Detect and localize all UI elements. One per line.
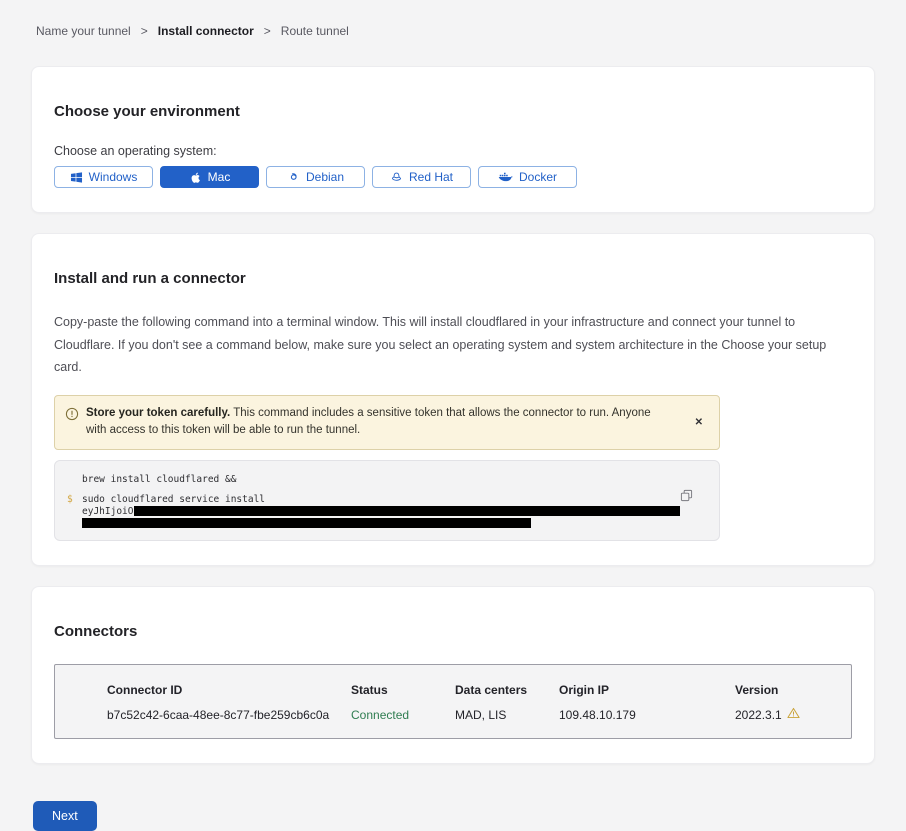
data-centers-value: MAD, LIS [455, 708, 559, 722]
version-warning-icon [787, 707, 800, 722]
os-button-debian[interactable]: Debian [266, 166, 365, 188]
origin-ip-value: 109.48.10.179 [559, 708, 735, 722]
windows-icon [70, 171, 83, 184]
connector-id-value: b7c52c42-6caa-48ee-8c77-fbe259cb6c0a [107, 708, 351, 722]
col-header-data-centers: Data centers [455, 683, 559, 697]
page-content: Choose your environment Choose an operat… [31, 66, 875, 764]
col-header-connector-id: Connector ID [107, 683, 351, 697]
debian-swirl-icon [287, 171, 300, 184]
apple-icon [189, 171, 202, 184]
table-row: b7c52c42-6caa-48ee-8c77-fbe259cb6c0a Con… [107, 707, 831, 722]
status-badge: Connected [351, 708, 455, 722]
redacted-token-bar [134, 506, 680, 516]
token-warning-banner: Store your token carefully. This command… [54, 395, 720, 451]
os-button-group: Windows Mac Debian Red Hat [54, 166, 852, 188]
code-line-sudo: $ sudo cloudflared service install eyJhI… [67, 494, 705, 528]
col-header-version: Version [735, 683, 831, 697]
code-text: sudo cloudflared service install [82, 494, 680, 506]
redhat-icon [390, 171, 403, 184]
breadcrumb-step-install-connector[interactable]: Install connector [158, 24, 254, 38]
environment-card-title: Choose your environment [54, 103, 852, 120]
os-select-label: Choose an operating system: [54, 144, 852, 158]
next-button[interactable]: Next [33, 801, 97, 831]
breadcrumb-step-name-tunnel[interactable]: Name your tunnel [36, 24, 131, 38]
banner-close-icon[interactable]: ✕ [689, 413, 709, 432]
breadcrumb-separator: > [141, 24, 148, 38]
token-warning-text: Store your token carefully. This command… [86, 405, 661, 441]
col-header-status: Status [351, 683, 455, 697]
copy-command-icon[interactable] [678, 487, 695, 507]
breadcrumb: Name your tunnel > Install connector > R… [0, 0, 906, 38]
install-command-codeblock: brew install cloudflared && $ sudo cloud… [54, 460, 720, 541]
os-button-label: Docker [519, 170, 557, 184]
install-connector-card: Install and run a connector Copy-paste t… [31, 233, 875, 566]
col-header-origin-ip: Origin IP [559, 683, 735, 697]
os-button-docker[interactable]: Docker [478, 166, 577, 188]
install-connector-description: Copy-paste the following command into a … [54, 311, 852, 379]
docker-whale-icon [498, 171, 513, 183]
os-button-label: Debian [306, 170, 344, 184]
token-prefix: eyJhIjoiO [82, 506, 133, 518]
version-value: 2022.3.1 [735, 708, 782, 722]
environment-card: Choose your environment Choose an operat… [31, 66, 875, 213]
os-button-label: Red Hat [409, 170, 453, 184]
install-connector-title: Install and run a connector [54, 270, 852, 287]
connectors-card: Connectors Connector ID Status Data cent… [31, 586, 875, 764]
connectors-title: Connectors [54, 623, 852, 640]
os-button-redhat[interactable]: Red Hat [372, 166, 471, 188]
code-text: brew install cloudflared && [82, 474, 236, 485]
os-button-windows[interactable]: Windows [54, 166, 153, 188]
connectors-table-header: Connector ID Status Data centers Origin … [107, 683, 831, 697]
shell-prompt: $ [67, 494, 82, 528]
token-line: eyJhIjoiO [82, 506, 680, 518]
token-warning-title: Store your token carefully. [86, 407, 230, 419]
connectors-table: Connector ID Status Data centers Origin … [54, 664, 852, 739]
breadcrumb-separator: > [264, 24, 271, 38]
version-cell: 2022.3.1 [735, 707, 831, 722]
os-button-label: Mac [208, 170, 231, 184]
os-button-mac[interactable]: Mac [160, 166, 259, 188]
redacted-token-bar [82, 518, 531, 528]
alert-circle-icon [65, 407, 79, 428]
breadcrumb-step-route-tunnel[interactable]: Route tunnel [281, 24, 349, 38]
os-button-label: Windows [89, 170, 138, 184]
code-line-brew: brew install cloudflared && [67, 474, 705, 485]
